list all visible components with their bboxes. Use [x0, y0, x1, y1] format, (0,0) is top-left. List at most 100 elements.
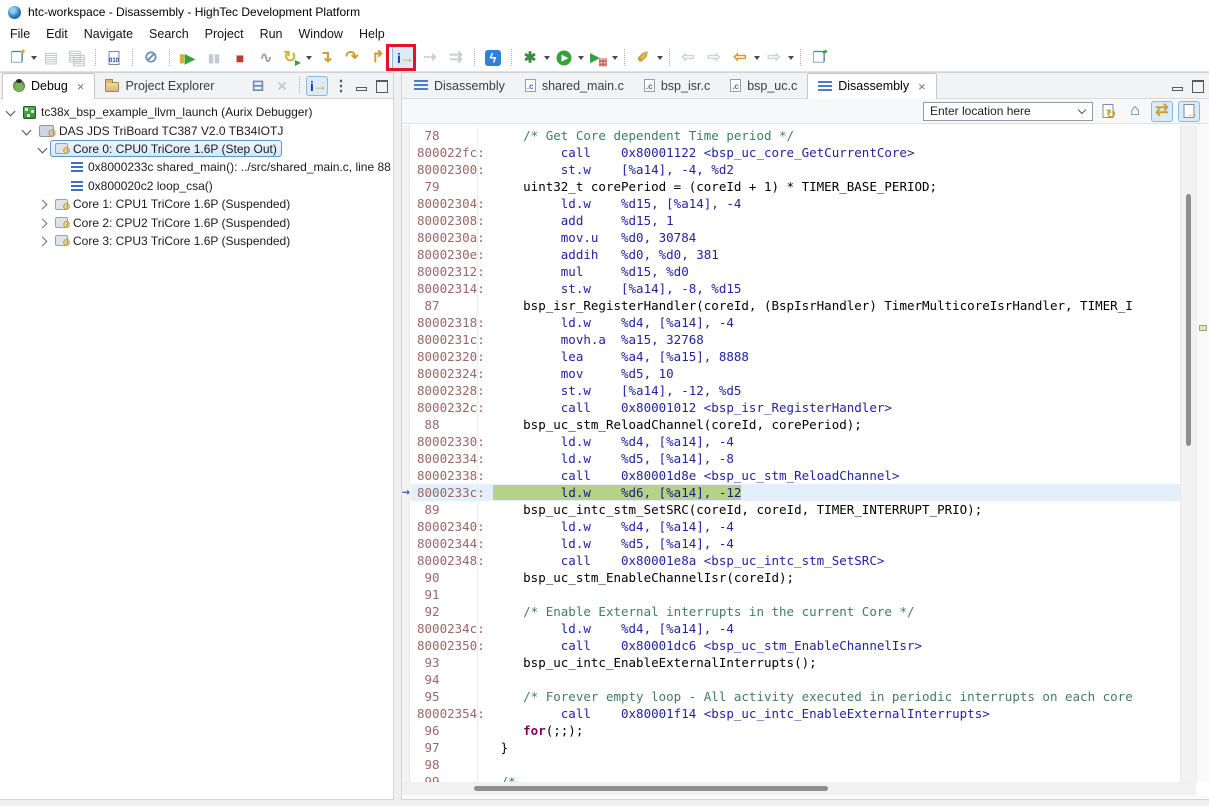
line-gutter[interactable]: 98	[411, 756, 478, 773]
step-return-button[interactable]: ↱	[366, 46, 390, 70]
menu-edit[interactable]: Edit	[38, 25, 76, 43]
step-over-button[interactable]: ↷	[340, 46, 364, 70]
code-line[interactable]: 80002314: st.w [%a14], -8, %d15	[411, 280, 1180, 297]
expander-closed-icon[interactable]	[36, 234, 50, 248]
forward-history-button[interactable]: ⇨	[762, 46, 786, 70]
line-gutter[interactable]: 80002308:	[411, 212, 478, 229]
line-gutter[interactable]: 80002354:	[411, 705, 478, 722]
code-line[interactable]: 78 /* Get Core dependent Time period */	[411, 127, 1180, 144]
line-gutter[interactable]: 96	[411, 722, 478, 739]
code-line[interactable]: 79 uint32_t corePeriod = (coreId + 1) * …	[411, 178, 1180, 195]
code-line[interactable]: 80002338: call 0x80001d8e <bsp_uc_stm_Re…	[411, 467, 1180, 484]
dropdown-caret[interactable]	[788, 56, 794, 63]
code-line[interactable]: 92 /* Enable External interrupts in the …	[411, 603, 1180, 620]
horizontal-scrollbar-thumb[interactable]	[474, 786, 828, 791]
minimize-editor-button[interactable]	[1169, 78, 1186, 93]
line-gutter[interactable]: 93	[411, 654, 478, 671]
sync-selection-toggle[interactable]: ⇄	[1151, 101, 1173, 122]
editor-tab-bsp-uc-c[interactable]: bsp_uc.c	[720, 73, 807, 98]
line-gutter[interactable]: 80002300:	[411, 161, 478, 178]
line-gutter[interactable]: 8000230a:	[411, 229, 478, 246]
expander-open-icon[interactable]	[20, 124, 34, 138]
line-gutter[interactable]: 80002344:	[411, 535, 478, 552]
debug-launch-tree[interactable]: tc38x_bsp_example_llvm_launch (Aurix Deb…	[0, 100, 393, 799]
skip-all-breakpoints-button[interactable]: ⊘	[139, 46, 163, 70]
line-gutter[interactable]: 88	[411, 416, 478, 433]
resume-button[interactable]: ▮▶	[176, 46, 200, 70]
line-gutter[interactable]: 8000231c:	[411, 331, 478, 348]
code-line[interactable]: 80002304: ld.w %d15, [%a14], -4	[411, 195, 1180, 212]
tree-item-0x800020c2-loop-csa[interactable]: 0x800020c2 loop_csa()	[0, 177, 393, 195]
code-line[interactable]: 99 /* ----------------------------------…	[411, 773, 1180, 782]
debug-button[interactable]: ✱	[518, 46, 542, 70]
line-gutter[interactable]: 8000234c:	[411, 620, 478, 637]
tree-item-core-3-cpu3-tricore-1-6p-s[interactable]: Core 3: CPU3 TriCore 1.6P (Suspended)	[0, 232, 393, 250]
dropdown-caret[interactable]	[754, 56, 760, 63]
code-line[interactable]: 88 bsp_uc_stm_ReloadChannel(coreId, core…	[411, 416, 1180, 433]
overview-ruler[interactable]	[1196, 125, 1209, 782]
code-line[interactable]: 95 /* Forever empty loop - All activity …	[411, 688, 1180, 705]
code-line[interactable]: 80002320: lea %a4, [%a15], 8888	[411, 348, 1180, 365]
line-gutter[interactable]: 80002350:	[411, 637, 478, 654]
line-gutter[interactable]: 80002340:	[411, 518, 478, 535]
code-line[interactable]: 80002350: call 0x80001dc6 <bsp_uc_stm_En…	[411, 637, 1180, 654]
line-gutter[interactable]: 80002328:	[411, 382, 478, 399]
expander-closed-icon[interactable]	[36, 216, 50, 230]
menu-navigate[interactable]: Navigate	[76, 25, 141, 43]
code-line[interactable]: 80002300: st.w [%a14], -4, %d2	[411, 161, 1180, 178]
minimize-view-button[interactable]	[353, 78, 370, 93]
tree-item-core-1-cpu1-tricore-1-6p-s[interactable]: Core 1: CPU1 TriCore 1.6P (Suspended)	[0, 195, 393, 213]
line-gutter[interactable]: 80002330:	[411, 433, 478, 450]
line-gutter[interactable]: 94	[411, 671, 478, 688]
debug-panel-tab-debug[interactable]: Debug×	[2, 73, 95, 99]
tree-item-0x8000233c-shared-main[interactable]: 0x8000233c shared_main(): ../src/shared_…	[0, 158, 393, 176]
vertical-scrollbar-thumb[interactable]	[1186, 194, 1191, 446]
dropdown-caret[interactable]	[544, 56, 550, 63]
dropdown-caret[interactable]	[612, 56, 618, 63]
code-line[interactable]: 8000230a: mov.u %d0, 30784	[411, 229, 1180, 246]
editor-tab-disassembly[interactable]: Disassembly	[404, 73, 515, 98]
home-button[interactable]: ⌂	[1124, 101, 1146, 122]
menu-window[interactable]: Window	[291, 25, 351, 43]
line-gutter[interactable]: 80002324:	[411, 365, 478, 382]
dropdown-caret[interactable]	[306, 56, 312, 63]
step-into-button[interactable]: ↴	[314, 46, 338, 70]
vertical-scrollbar[interactable]	[1180, 125, 1196, 782]
overview-annotation-marker[interactable]	[1199, 325, 1207, 331]
tree-item-core-2-cpu2-tricore-1-6p-s[interactable]: Core 2: CPU2 TriCore 1.6P (Suspended)	[0, 213, 393, 231]
line-gutter[interactable]: 80002318:	[411, 314, 478, 331]
line-gutter[interactable]: 8000232c:	[411, 399, 478, 416]
line-gutter[interactable]: 80002314:	[411, 280, 478, 297]
line-gutter[interactable]: 80002334:	[411, 450, 478, 467]
line-gutter[interactable]: 89	[411, 501, 478, 518]
code-line[interactable]: 96 for(;;);	[411, 722, 1180, 739]
expander-closed-icon[interactable]	[36, 197, 50, 211]
code-line[interactable]: 80002328: st.w [%a14], -12, %d5	[411, 382, 1180, 399]
code-line[interactable]: 93 bsp_uc_intc_EnableExternalInterrupts(…	[411, 654, 1180, 671]
code-line[interactable]: 80002340: ld.w %d4, [%a14], -4	[411, 518, 1180, 535]
menu-project[interactable]: Project	[197, 25, 252, 43]
panel-instruction-stepping-toggle[interactable]: i→	[306, 76, 328, 96]
restart-button[interactable]: ↻▶	[280, 46, 304, 70]
code-line[interactable]: 80002324: mov %d5, 10	[411, 365, 1180, 382]
editor-tab-shared-main-c[interactable]: shared_main.c	[515, 73, 634, 98]
code-line[interactable]: 80002308: add %d15, 1	[411, 212, 1180, 229]
code-line[interactable]: 80002348: call 0x80001e8a <bsp_uc_intc_s…	[411, 552, 1180, 569]
code-line[interactable]: 80002312: mul %d15, %d0	[411, 263, 1180, 280]
line-gutter[interactable]: 92	[411, 603, 478, 620]
line-gutter[interactable]: 80002312:	[411, 263, 478, 280]
editor-marker-bar[interactable]: →	[402, 125, 410, 782]
line-gutter[interactable]: 80002348:	[411, 552, 478, 569]
tree-item-tc38x-bsp-example-llvm-launc[interactable]: tc38x_bsp_example_llvm_launch (Aurix Deb…	[0, 103, 393, 121]
code-line[interactable]: 8000232c: call 0x80001012 <bsp_isr_Regis…	[411, 399, 1180, 416]
menu-run[interactable]: Run	[252, 25, 291, 43]
disconnect-button[interactable]: ∿	[254, 46, 278, 70]
collapse-all-button[interactable]: ⊟	[247, 76, 269, 96]
code-line[interactable]: 87 bsp_isr_RegisterHandler(coreId, (BspI…	[411, 297, 1180, 314]
location-combo[interactable]: Enter location here	[923, 102, 1093, 121]
line-gutter[interactable]: 95	[411, 688, 478, 705]
dropdown-caret[interactable]	[578, 56, 584, 63]
flash-target-button[interactable]: ϟ	[481, 46, 505, 70]
line-gutter[interactable]: 80002338:	[411, 467, 478, 484]
link-with-debug-toggle[interactable]: →	[1178, 101, 1200, 122]
